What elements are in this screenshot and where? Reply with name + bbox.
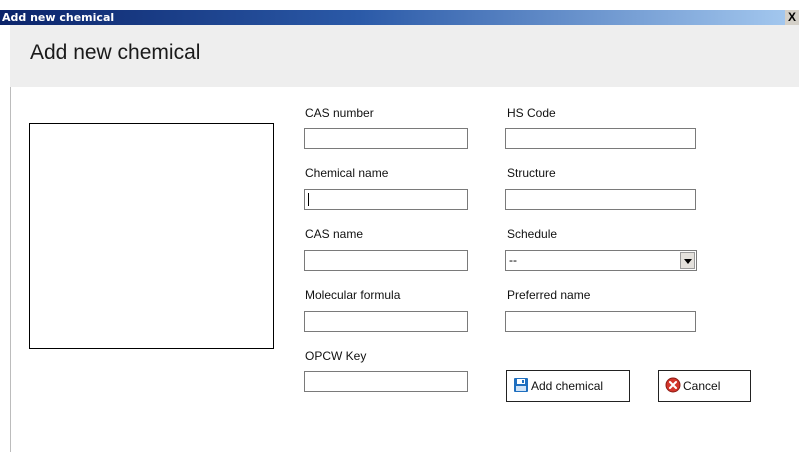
page-title: Add new chemical (30, 41, 201, 64)
structure-input[interactable] (505, 189, 696, 210)
cas-number-label: CAS number (305, 106, 374, 120)
hs-code-label: HS Code (507, 106, 556, 120)
preferred-name-label: Preferred name (507, 288, 591, 302)
opcw-key-label: OPCW Key (305, 349, 367, 363)
chemical-name-label: Chemical name (305, 166, 389, 180)
molecular-formula-label: Molecular formula (305, 288, 401, 302)
preferred-name-input[interactable] (505, 311, 696, 332)
cancel-x-icon (665, 377, 681, 396)
close-icon[interactable]: X (785, 10, 799, 25)
text-caret (308, 193, 309, 206)
chevron-down-icon[interactable] (680, 252, 695, 269)
window-title: Add new chemical (2, 11, 115, 24)
dialog-header: Add new chemical (10, 25, 799, 87)
window-titlebar: Add new chemical X (0, 10, 799, 25)
chemical-name-input[interactable] (304, 189, 468, 210)
schedule-select[interactable]: -- (505, 250, 697, 271)
molecular-formula-input[interactable] (304, 311, 468, 332)
opcw-key-input[interactable] (304, 371, 468, 392)
add-chemical-button[interactable]: Add chemical (506, 370, 630, 402)
cancel-button[interactable]: Cancel (658, 370, 751, 402)
cas-name-label: CAS name (305, 227, 364, 241)
dialog-left-border (10, 87, 11, 452)
hs-code-input[interactable] (505, 128, 696, 149)
floppy-disk-icon (513, 377, 529, 396)
cas-name-input[interactable] (304, 250, 468, 271)
cancel-label: Cancel (683, 379, 721, 393)
schedule-selected-value: -- (509, 253, 517, 267)
structure-label: Structure (507, 166, 556, 180)
structure-image-box (29, 123, 274, 349)
schedule-label: Schedule (507, 227, 558, 241)
cas-number-input[interactable] (304, 128, 468, 149)
add-chemical-label: Add chemical (531, 379, 604, 393)
